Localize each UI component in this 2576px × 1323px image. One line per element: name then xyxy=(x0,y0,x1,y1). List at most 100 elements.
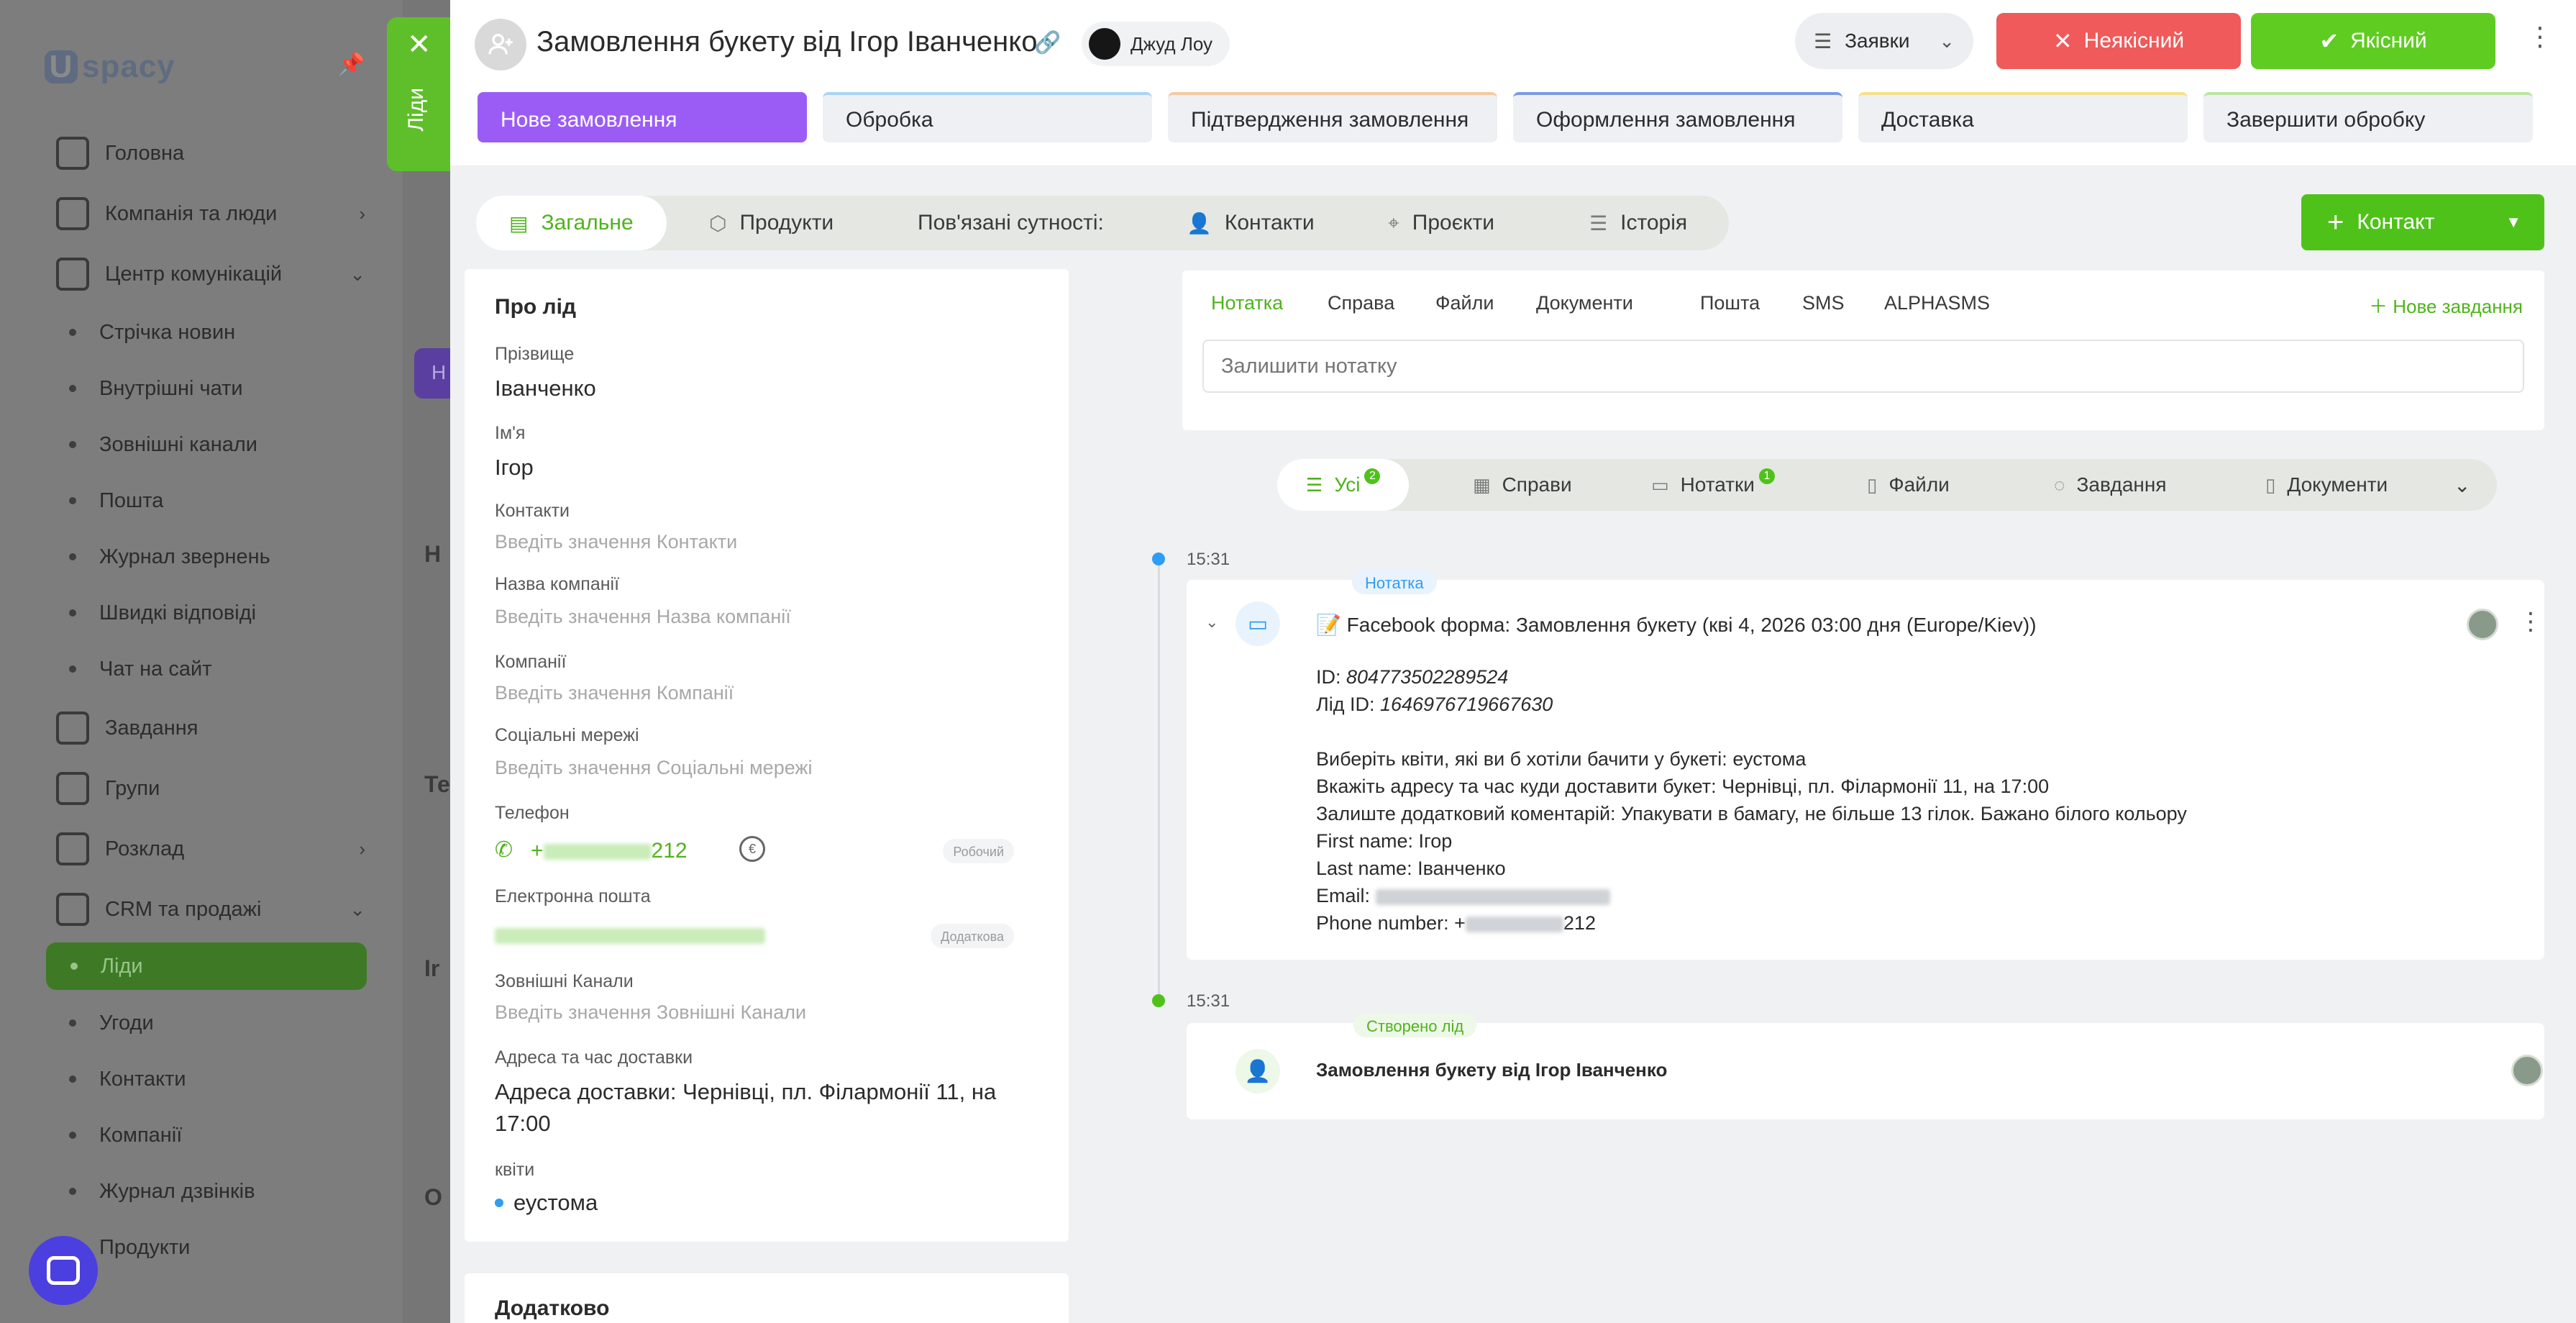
card-title: Додатково xyxy=(495,1296,610,1320)
nav-site-chat: Чат на сайт xyxy=(69,649,211,689)
nav-home: Головна xyxy=(56,132,365,175)
timeline-dot xyxy=(1152,994,1165,1007)
event-line: ID: 804773502289524 xyxy=(1316,666,1509,688)
user-icon: 👤 xyxy=(1187,212,1212,235)
event-time: 15:31 xyxy=(1187,991,1230,1011)
layout-icon: ▤ xyxy=(509,212,529,235)
stage-checkout[interactable]: Оформлення замовлення xyxy=(1513,92,1842,142)
address-line-1[interactable]: Адреса доставки: Чернівці, пл. Філармоні… xyxy=(495,1079,996,1105)
new-task-link[interactable]: ＋ Нове завдання xyxy=(2369,292,2523,319)
tab-contacts[interactable]: 👤 Контакти xyxy=(1187,196,1315,250)
nav-groups: Групи xyxy=(56,767,365,810)
activity-composer: Нотатка Справа Файли Документи Пошта SMS… xyxy=(1182,270,2544,430)
tab-related[interactable]: Пов'язані сутності: xyxy=(918,196,1104,250)
companies-field[interactable]: Введіть значення Компанії xyxy=(495,682,734,704)
lead-panel: Замовлення букету від Ігор Іванченко 🔗 Д… xyxy=(450,0,2576,1323)
stage-finish[interactable]: Завершити обробку xyxy=(2203,92,2533,142)
leads-side-tab[interactable]: ✕ Ліди xyxy=(387,17,450,171)
name-label: Ім'я xyxy=(495,423,526,443)
more-menu-icon[interactable]: ⋮ xyxy=(2527,22,2553,52)
nav-schedule: Розклад › xyxy=(56,827,365,870)
composer-tab-case[interactable]: Справа xyxy=(1328,292,1394,314)
phone-icon[interactable]: ✆ xyxy=(495,837,513,863)
pipeline-select[interactable]: ☰ Заявки ⌄ xyxy=(1795,13,1973,69)
composer-tab-alphasms[interactable]: ALPHASMS xyxy=(1884,292,1990,314)
surname-field[interactable]: Іванченко xyxy=(495,376,596,401)
owner-chip[interactable]: Джуд Лоу xyxy=(1082,22,1230,66)
composer-tab-mail[interactable]: Пошта xyxy=(1700,292,1760,314)
phone-value[interactable]: +212 xyxy=(531,839,688,863)
composer-tab-documents[interactable]: Документи xyxy=(1536,292,1633,314)
composer-tab-files[interactable]: Файли xyxy=(1435,292,1494,314)
filter-documents[interactable]: ▯ Документи xyxy=(2265,459,2388,511)
list-icon: ☰ xyxy=(1306,473,1323,496)
close-icon: ✕ xyxy=(2052,28,2073,54)
email-value[interactable] xyxy=(495,928,765,944)
tab-projects[interactable]: ⌖ Проєкти xyxy=(1388,196,1494,250)
background-fragment: Ir xyxy=(424,955,440,981)
address-line-2[interactable]: 17:00 xyxy=(495,1111,551,1137)
nav-companies: Компанії xyxy=(69,1115,182,1155)
ext-channels-field[interactable]: Введіть значення Зовнішні Канали xyxy=(495,1001,806,1024)
mark-bad-button[interactable]: ✕ Неякісний xyxy=(1996,13,2241,69)
stage-delivery[interactable]: Доставка xyxy=(1858,92,2188,142)
close-icon[interactable]: ✕ xyxy=(407,30,431,59)
flowers-field[interactable]: еустома xyxy=(495,1190,598,1216)
lead-tabs: ▤ Загальне ⬡ Продукти Пов'язані сутності: … xyxy=(476,196,1729,250)
plus-icon: + xyxy=(2327,206,2344,238)
plus-icon: ＋ xyxy=(2368,296,2393,317)
tab-history[interactable]: ☰ Історія xyxy=(1589,196,1687,250)
calendar-icon xyxy=(56,832,89,865)
stage-new-order[interactable]: Нове замовлення xyxy=(478,92,807,142)
name-field[interactable]: Ігор xyxy=(495,455,534,481)
filter-tasks[interactable]: ◌ Завдання xyxy=(2054,459,2167,511)
nav-tasks: Завдання xyxy=(56,706,365,750)
company-name-field[interactable]: Введіть значення Назва компанії xyxy=(495,606,791,628)
filter-icon: ☰ xyxy=(1814,29,1832,53)
composer-tab-sms[interactable]: SMS xyxy=(1802,292,1845,314)
email-label: Електронна пошта xyxy=(495,886,651,906)
background-sidebar: Uspacy 📌 Головна Компанія та люди › Центр… xyxy=(0,0,403,1323)
caret-down-icon[interactable]: ▼ xyxy=(2506,213,2521,232)
check-circle-icon xyxy=(56,711,89,745)
note-input[interactable] xyxy=(1202,340,2524,393)
collapse-chevron-icon[interactable]: ⌄ xyxy=(1205,613,1218,632)
chat-icon: ▭ xyxy=(1236,601,1280,646)
filters-more-chevron-down-icon[interactable]: ⌄ xyxy=(2454,459,2470,511)
nav-requests-log: Журнал звернень xyxy=(69,537,270,577)
stage-processing[interactable]: Обробка xyxy=(823,92,1152,142)
filter-cases[interactable]: ▦ Справи xyxy=(1473,459,1572,511)
user-add-icon xyxy=(488,34,513,55)
link-icon[interactable]: 🔗 xyxy=(1034,30,1061,55)
owner-name: Джуд Лоу xyxy=(1131,32,1213,55)
chevron-down-icon: ⌄ xyxy=(350,263,365,285)
nav-quick-replies: Швидкі відповіді xyxy=(69,593,256,633)
file-icon: ▯ xyxy=(1867,473,1878,496)
chevron-right-icon: › xyxy=(359,837,365,860)
tab-products[interactable]: ⬡ Продукти xyxy=(709,196,833,250)
lead-header: Замовлення букету від Ігор Іванченко 🔗 Д… xyxy=(450,0,2576,165)
viber-icon[interactable]: € xyxy=(739,836,765,862)
chevron-down-icon: ⌄ xyxy=(350,898,365,920)
event-line: Залиште додатковий коментарій: Упакувати… xyxy=(1316,803,2187,824)
filter-all[interactable]: ☰ Усі 2 xyxy=(1277,459,1410,511)
avatar xyxy=(2511,1055,2543,1086)
timeline-dot xyxy=(1152,553,1165,565)
support-chat-button[interactable] xyxy=(29,1236,98,1305)
social-label: Соціальні мережі xyxy=(495,725,639,745)
stage-confirmation[interactable]: Підтвердження замовлення xyxy=(1168,92,1497,142)
ext-channels-label: Зовнішні Канали xyxy=(495,971,634,991)
about-lead-card: Про лід Прізвище Іванченко Ім'я Ігор Кон… xyxy=(465,269,1069,1242)
add-contact-button[interactable]: + Контакт ▼ xyxy=(2301,194,2544,250)
composer-tab-note[interactable]: Нотатка xyxy=(1211,292,1283,314)
mark-good-button[interactable]: ✔ Якісний xyxy=(2251,13,2495,69)
contacts-field[interactable]: Введіть значення Контакти xyxy=(495,531,737,553)
social-field[interactable]: Введіть значення Соціальні мережі xyxy=(495,757,813,779)
nav-external-channels: Зовнішні канали xyxy=(69,424,257,465)
nav-news: Стрічка новин xyxy=(69,312,235,353)
more-menu-icon[interactable]: ⋮ xyxy=(2518,607,2543,636)
pin-icon: 📌 xyxy=(338,53,365,76)
tab-general[interactable]: ▤ Загальне xyxy=(476,196,667,250)
filter-files[interactable]: ▯ Файли xyxy=(1867,459,1950,511)
filter-notes[interactable]: ▭ Нотатки 1 xyxy=(1651,459,1775,511)
